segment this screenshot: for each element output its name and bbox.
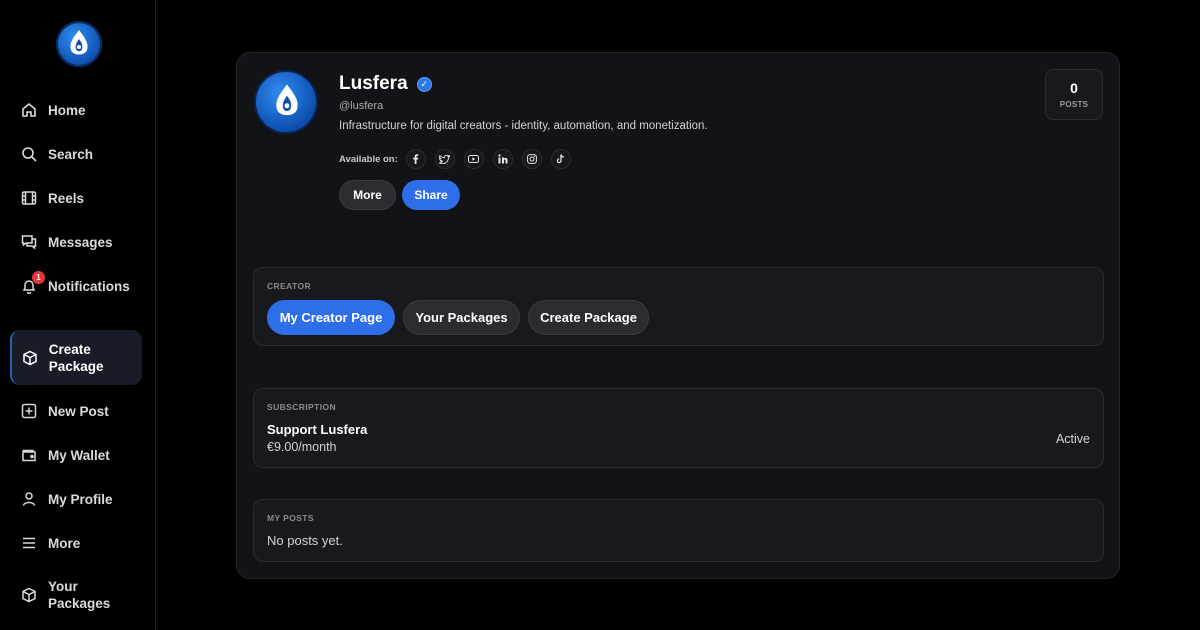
linkedin-icon[interactable]: [492, 149, 513, 169]
sidebar-item-label: More: [48, 535, 81, 551]
twitter-icon[interactable]: [434, 149, 455, 169]
film-icon: [20, 189, 38, 207]
sidebar-item-label: Reels: [48, 190, 85, 206]
sidebar-item-reels[interactable]: Reels: [10, 178, 142, 218]
my-posts-section: MY POSTS No posts yet.: [253, 499, 1104, 562]
notification-badge: 1: [32, 271, 45, 284]
your-packages-button[interactable]: Your Packages: [403, 300, 520, 335]
package-icon: [22, 349, 39, 367]
profile-name-row: Lusfera ✓: [339, 73, 432, 95]
section-title: SUBSCRIPTION: [267, 402, 337, 412]
sidebar-item-label: Notifications: [48, 278, 130, 294]
profile-bio: Infrastructure for digital creators - id…: [339, 120, 708, 132]
bell-icon: 1: [20, 271, 45, 295]
sidebar-item-notifications[interactable]: 1 Notifications: [10, 266, 142, 306]
verified-badge-icon: ✓: [416, 76, 432, 92]
lusfera-logo[interactable]: [56, 21, 102, 67]
home-icon: [20, 101, 38, 119]
sidebar-item-label: Home: [48, 102, 86, 118]
chat-icon: [20, 233, 38, 251]
posts-label: POSTS: [1059, 100, 1089, 109]
creator-section: CREATOR My Creator Page Your Packages Cr…: [253, 267, 1104, 346]
sidebar-item-label: Search: [48, 146, 94, 162]
subscription-status: Active: [1055, 432, 1090, 446]
avatar[interactable]: [254, 70, 318, 134]
posts-count: 0: [1070, 80, 1078, 96]
subscription-name: Support Lusfera: [267, 422, 368, 437]
sidebar-item-your-packages[interactable]: Your Packages: [10, 572, 142, 618]
search-icon: [20, 145, 38, 163]
facebook-icon[interactable]: [405, 149, 426, 169]
my-creator-page-button[interactable]: My Creator Page: [267, 300, 395, 335]
create-package-button[interactable]: Create Package: [528, 300, 649, 335]
sidebar-item-messages[interactable]: Messages: [10, 222, 142, 262]
sidebar-item-label: Your Packages: [48, 579, 111, 611]
package-icon: [20, 586, 38, 604]
section-title: CREATOR: [267, 281, 312, 291]
sidebar-item-more[interactable]: More: [10, 523, 142, 563]
menu-icon: [20, 534, 38, 552]
sidebar-item-my-profile[interactable]: My Profile: [10, 479, 142, 519]
sidebar-item-search[interactable]: Search: [10, 134, 142, 174]
more-button[interactable]: More: [339, 180, 396, 210]
profile-card: Lusfera ✓ @lusfera Infrastructure for di…: [236, 52, 1120, 579]
profile-name: Lusfera: [339, 73, 408, 94]
sidebar-item-home[interactable]: Home: [10, 90, 142, 130]
sidebar-item-new-post[interactable]: New Post: [10, 391, 142, 431]
available-on-row: Available on:: [339, 149, 580, 169]
youtube-icon[interactable]: [463, 149, 484, 169]
sidebar-item-label: Messages: [48, 234, 113, 250]
sidebar-item-my-wallet[interactable]: My Wallet: [10, 435, 142, 475]
profile-handle: @lusfera: [339, 100, 384, 112]
sidebar-item-label: Create Package: [48, 341, 104, 374]
tiktok-icon[interactable]: [550, 149, 571, 169]
available-on-label: Available on:: [339, 153, 398, 165]
subscription-price: €9.00/month: [267, 440, 337, 454]
empty-posts-message: No posts yet.: [267, 533, 343, 548]
instagram-icon[interactable]: [521, 149, 542, 169]
sidebar-item-create-package[interactable]: Create Package: [10, 330, 142, 385]
sidebar-item-label: My Wallet: [48, 447, 110, 463]
wallet-icon: [20, 446, 38, 464]
section-title: MY POSTS: [267, 513, 314, 523]
posts-stat: 0 POSTS: [1045, 69, 1103, 120]
sidebar: Home Search Reels Messages 1 Notificatio…: [0, 0, 156, 630]
sidebar-item-label: My Profile: [48, 491, 113, 507]
share-button[interactable]: Share: [402, 180, 460, 210]
sidebar-item-label: New Post: [48, 403, 109, 419]
plus-square-icon: [20, 402, 38, 420]
user-icon: [20, 490, 38, 508]
subscription-section: SUBSCRIPTION Support Lusfera €9.00/month…: [253, 388, 1104, 468]
